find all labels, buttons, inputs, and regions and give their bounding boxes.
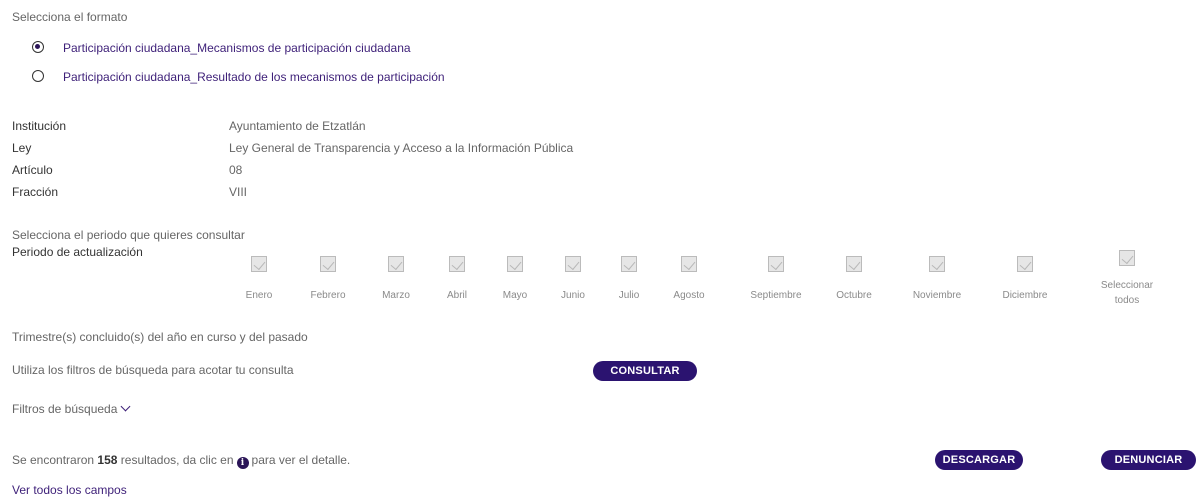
checkbox-agosto[interactable] xyxy=(681,256,697,272)
month-abril[interactable]: Abril xyxy=(427,256,487,303)
month-label-enero: Enero xyxy=(245,290,273,301)
report-button[interactable]: DENUNCIAR xyxy=(1101,450,1196,470)
checkbox-diciembre[interactable] xyxy=(1017,256,1033,272)
month-julio[interactable]: Julio xyxy=(599,256,659,303)
fraccion-label: Fracción xyxy=(12,185,59,199)
download-button[interactable]: DESCARGAR xyxy=(935,450,1023,470)
month-label-octubre: Octubre xyxy=(836,290,872,301)
month-enero[interactable]: Enero xyxy=(229,256,289,303)
month-label-agosto: Agosto xyxy=(673,290,705,301)
ley-value: Ley General de Transparencia y Acceso a … xyxy=(229,141,574,155)
month-label-abril: Abril xyxy=(446,290,467,301)
checkbox-octubre[interactable] xyxy=(846,256,862,272)
checkbox-marzo[interactable] xyxy=(388,256,404,272)
filters-toggle[interactable]: Filtros de búsqueda xyxy=(12,401,131,416)
month-label-diciembre: Diciembre xyxy=(1002,290,1048,301)
institucion-label: Institución xyxy=(12,119,67,133)
info-icon: i xyxy=(236,457,249,469)
results-count: 158 xyxy=(97,453,118,467)
results-suffix: para ver el detalle. xyxy=(251,453,351,467)
month-junio[interactable]: Junio xyxy=(543,256,603,303)
month-label-noviembre: Noviembre xyxy=(912,290,962,301)
month-label-mayo: Mayo xyxy=(502,290,528,301)
checkbox-septiembre[interactable] xyxy=(768,256,784,272)
consult-button[interactable]: CONSULTAR xyxy=(593,361,697,381)
checkbox-noviembre[interactable] xyxy=(929,256,945,272)
format-option-1-label[interactable]: Participación ciudadana_Mecanismos de pa… xyxy=(63,41,411,55)
period-note: Trimestre(s) concluido(s) del año en cur… xyxy=(12,330,308,344)
month-febrero[interactable]: Febrero xyxy=(298,256,358,303)
select-all[interactable]: Seleccionar todos xyxy=(1087,250,1167,308)
month-agosto[interactable]: Agosto xyxy=(659,256,719,303)
view-all-fields-link[interactable]: Ver todos los campos xyxy=(12,483,127,497)
filters-toggle-label: Filtros de búsqueda xyxy=(12,402,118,416)
month-octubre[interactable]: Octubre xyxy=(824,256,884,303)
checkbox-julio[interactable] xyxy=(621,256,637,272)
month-septiembre[interactable]: Septiembre xyxy=(736,256,816,303)
checkbox-select-all[interactable] xyxy=(1119,250,1135,266)
checkbox-febrero[interactable] xyxy=(320,256,336,272)
checkbox-abril[interactable] xyxy=(449,256,465,272)
institucion-value: Ayuntamiento de Etzatlán xyxy=(229,119,366,133)
fraccion-value: VIII xyxy=(229,185,248,199)
format-radio-1[interactable] xyxy=(32,41,44,53)
month-label-septiembre: Septiembre xyxy=(750,290,802,301)
month-label-julio: Julio xyxy=(618,290,640,301)
month-label-junio: Junio xyxy=(561,290,585,301)
format-radio-2[interactable] xyxy=(32,70,44,82)
month-label-febrero: Febrero xyxy=(310,290,346,301)
articulo-value: 08 xyxy=(229,163,243,177)
month-noviembre[interactable]: Noviembre xyxy=(897,256,977,303)
results-prefix: Se encontraron xyxy=(12,453,95,467)
format-section-title: Selecciona el formato xyxy=(12,10,128,24)
checkbox-junio[interactable] xyxy=(565,256,581,272)
format-option-2-label[interactable]: Participación ciudadana_Resultado de los… xyxy=(63,70,445,84)
month-label-marzo: Marzo xyxy=(382,290,410,301)
checkbox-enero[interactable] xyxy=(251,256,267,272)
month-marzo[interactable]: Marzo xyxy=(366,256,426,303)
results-summary: Se encontraron 158 resultados, da clic e… xyxy=(12,453,350,469)
articulo-label: Artículo xyxy=(12,163,53,177)
month-mayo[interactable]: Mayo xyxy=(485,256,545,303)
chevron-down-icon xyxy=(120,401,131,412)
period-prompt: Selecciona el periodo que quieres consul… xyxy=(12,228,245,242)
select-all-label: Seleccionar todos xyxy=(1100,280,1154,306)
checkbox-mayo[interactable] xyxy=(507,256,523,272)
ley-label: Ley xyxy=(12,141,32,155)
period-label: Periodo de actualización xyxy=(12,245,143,259)
month-diciembre[interactable]: Diciembre xyxy=(985,256,1065,303)
search-hint: Utiliza los filtros de búsqueda para aco… xyxy=(12,363,294,377)
results-middle: resultados, da clic en xyxy=(120,453,234,467)
